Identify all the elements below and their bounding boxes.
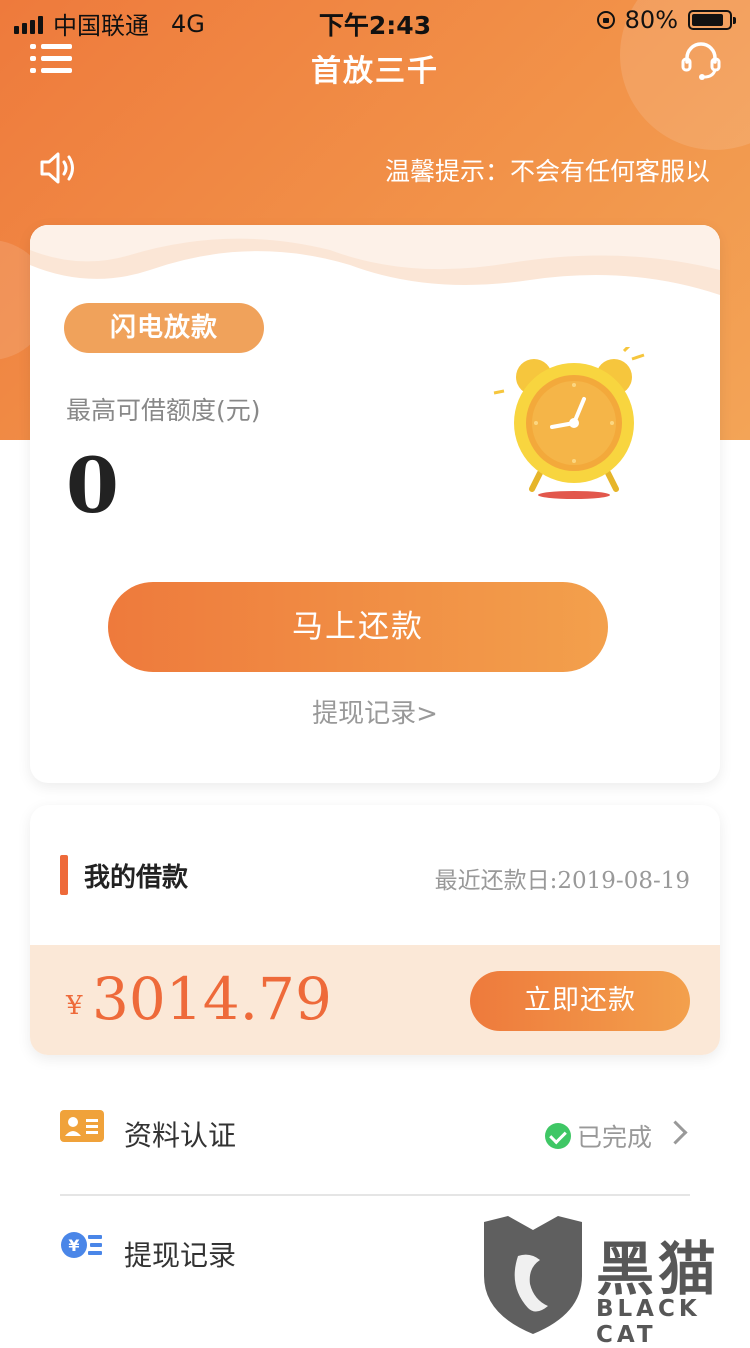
- limit-label: 最高可借额度(元): [66, 396, 261, 425]
- check-circle-icon: [544, 1123, 571, 1149]
- withdraw-records-link[interactable]: 提现记录>: [30, 693, 720, 730]
- app-title: 首放三千: [311, 54, 439, 89]
- list-item-verification[interactable]: 资料认证 已完成: [60, 1090, 690, 1180]
- currency-symbol: ¥: [66, 991, 83, 1021]
- yuan-list-icon: ¥: [61, 1232, 102, 1258]
- battery-icon: [688, 10, 736, 30]
- status-right: 80%: [596, 6, 736, 34]
- customer-service-icon[interactable]: [680, 40, 722, 82]
- cat-shield-logo: [484, 1216, 582, 1334]
- alarm-clock-illustration: [493, 347, 645, 499]
- rotation-lock-icon: [596, 11, 615, 29]
- list-item-label: 提现记录: [124, 1239, 237, 1272]
- section-accent-bar: [60, 855, 68, 895]
- list-divider: [60, 1194, 690, 1196]
- loan-amount-row: ¥ 3014.79 立即还款: [30, 945, 720, 1055]
- credit-card: 闪电放款 最高可借额度(元) 0 马上还款 提现记录>: [30, 225, 720, 783]
- repay-immediately-button[interactable]: 立即还款: [470, 971, 690, 1031]
- notice-marquee: 温馨提示：不会有任何客服以: [385, 157, 711, 186]
- card-wave-decor: [30, 225, 720, 305]
- id-card-icon: [60, 1110, 104, 1142]
- watermark-title: 黑猫: [596, 1235, 721, 1303]
- completion-status: 已完成: [544, 1118, 652, 1154]
- my-loan-card: 我的借款 最近还款日:2019-08-19 ¥ 3014.79 立即还款: [30, 805, 720, 1055]
- chevron-right-icon: [663, 1120, 688, 1145]
- repay-now-button[interactable]: 马上还款: [108, 582, 608, 672]
- status-bar: 中国联通 4G 下午2:43 80%: [0, 0, 750, 40]
- speaker-icon: [40, 152, 74, 184]
- limit-value: 0: [66, 441, 119, 530]
- svg-text:¥: ¥: [68, 1236, 79, 1255]
- watermark-subtitle: BLACK CAT: [596, 1296, 701, 1348]
- loan-amount: 3014.79: [92, 965, 332, 1033]
- status-text: 已完成: [576, 1123, 652, 1152]
- fast-loan-badge: 闪电放款: [64, 303, 264, 353]
- list-item-label: 资料认证: [124, 1119, 237, 1152]
- recent-repay-date: 最近还款日:2019-08-19: [434, 868, 690, 894]
- loan-title: 我的借款: [84, 863, 189, 893]
- battery-percent: 80%: [624, 6, 678, 34]
- black-cat-watermark: 黑猫 BLACK CAT: [478, 1216, 750, 1348]
